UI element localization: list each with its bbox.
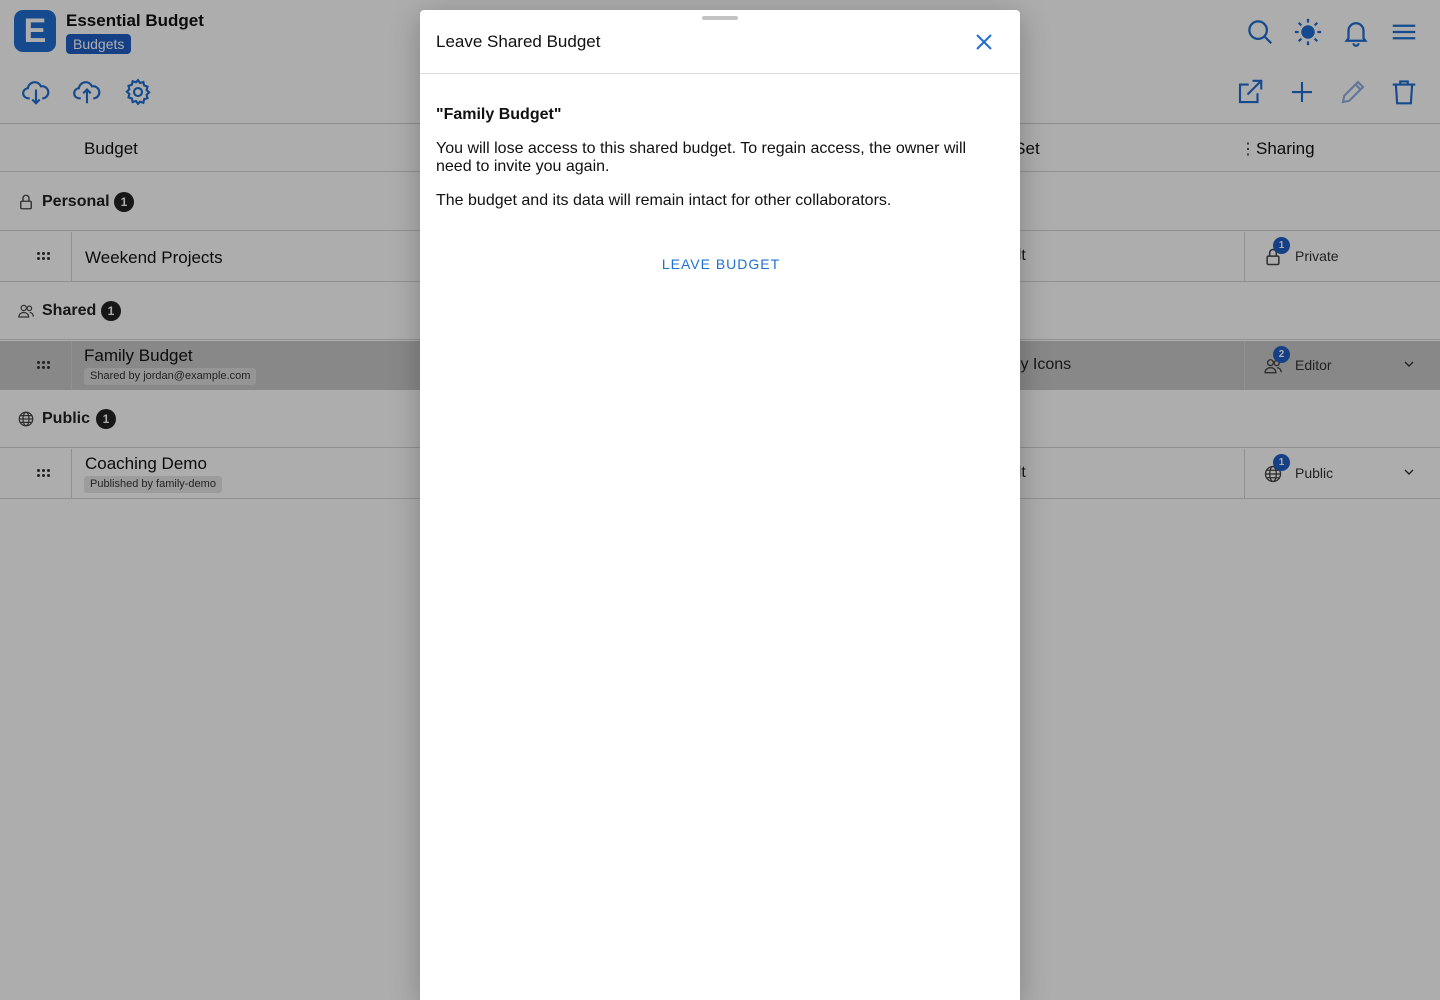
leave-budget-button[interactable]: LEAVE BUDGET	[641, 252, 801, 276]
dialog-header: Leave Shared Budget	[420, 10, 1020, 74]
dialog-title: Leave Shared Budget	[436, 32, 601, 51]
dialog-budget-name: "Family Budget"	[436, 106, 562, 123]
close-icon[interactable]	[972, 30, 996, 54]
dialog-info-text: The budget and its data will remain inta…	[436, 192, 892, 209]
leave-budget-dialog: Leave Shared Budget "Family Budget" You …	[420, 10, 1020, 1000]
sheet-grab-handle[interactable]	[702, 16, 738, 20]
dialog-warning-text: You will lose access to this shared budg…	[436, 140, 967, 175]
